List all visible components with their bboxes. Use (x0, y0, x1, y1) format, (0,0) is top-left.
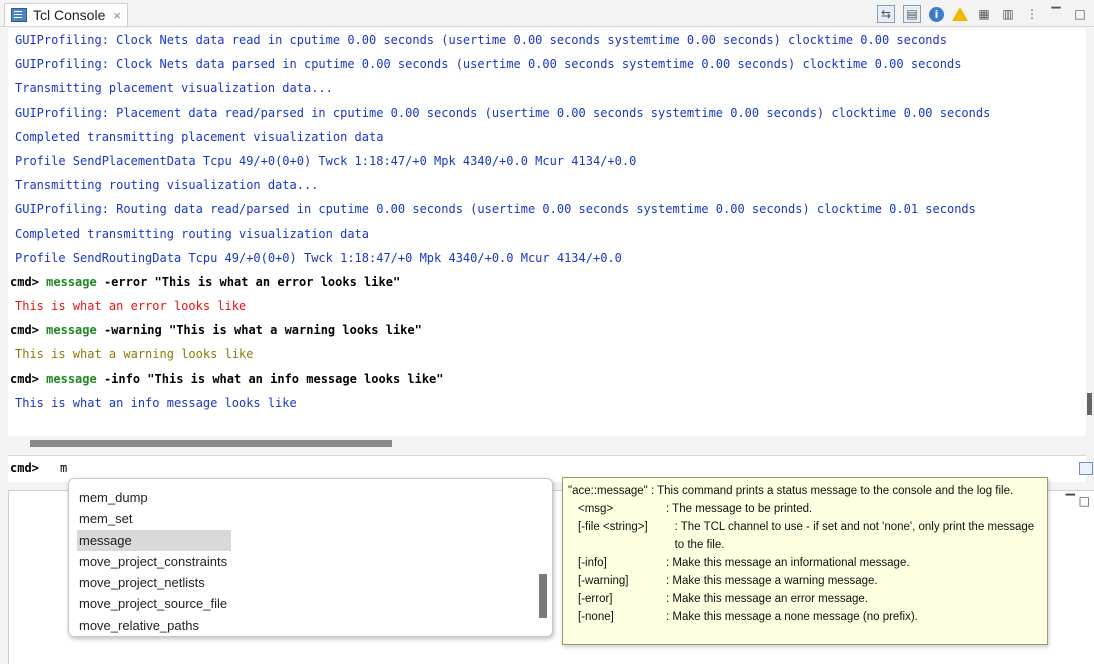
autocomplete-item[interactable]: mem_set (77, 508, 231, 529)
command-help-tooltip: "ace::message" : This command prints a s… (562, 477, 1048, 645)
param-desc: : The TCL channel to use - if set and no… (674, 521, 1035, 551)
console-line: GUIProfiling: Clock Nets data parsed in … (15, 57, 962, 72)
tab-tcl-console[interactable]: Tcl Console × (4, 3, 128, 26)
view-tab-bar: Tcl Console × ⇆ ▤ i ▦ ▥ ⋮ ▔ □ (0, 0, 1094, 27)
edit-icon[interactable] (1079, 462, 1093, 475)
console-line: Completed transmitting routing visualiza… (15, 226, 370, 241)
cmd-prompt: cmd> (10, 323, 39, 338)
cmd-args: -warning "This is what a warning looks l… (103, 323, 422, 338)
autocomplete-popup: mem_dump mem_set message move_project_co… (68, 478, 553, 637)
tooltip-param: [-warning] : Make this message a warning … (568, 572, 1043, 590)
param-name: [-none] (578, 611, 614, 623)
tooltip-param: [-file <string>] : The TCL channel to use… (568, 518, 1043, 554)
tooltip-header: "ace::message" : This command prints a s… (568, 485, 1014, 497)
cmd-args: -info "This is what an info message look… (103, 371, 444, 386)
autocomplete-item[interactable]: move_project_source_file (77, 593, 231, 614)
cmd-prompt: cmd> (10, 274, 39, 289)
minimize-icon[interactable]: ▔ (1048, 6, 1064, 22)
horizontal-scrollbar[interactable] (8, 436, 1086, 450)
command-line: cmd> message -info "This is what an info… (8, 367, 1086, 391)
autocomplete-item[interactable]: move_project_constraints (77, 551, 231, 572)
input-prompt: cmd> (10, 461, 39, 475)
tooltip-param: [-none] : Make this message a none messag… (568, 608, 1043, 626)
info-filter-icon[interactable]: i (929, 6, 944, 22)
open-console-icon[interactable]: ▤ (903, 5, 921, 23)
tab-title: Tcl Console (33, 7, 106, 23)
tooltip-param: <msg> : The message to be printed. (568, 500, 1043, 518)
console-line: Profile SendPlacementData Tcpu 49/+0(0+0… (15, 153, 637, 168)
clear-console-icon[interactable]: ▦ (976, 6, 992, 22)
tooltip-param: [-info] : Make this message an informatio… (568, 554, 1043, 572)
console-line: Completed transmitting placement visuali… (15, 129, 384, 144)
param-name: <msg> (578, 503, 614, 515)
autocomplete-item-selected[interactable]: message (77, 529, 231, 551)
console-line: GUIProfiling: Routing data read/parsed i… (15, 202, 976, 217)
autocomplete-item[interactable]: mem_dump (77, 487, 231, 508)
console-line: Profile SendRoutingData Tcpu 49/+0(0+0) … (15, 250, 622, 265)
console-icon (11, 8, 27, 22)
cmd-keyword: message (46, 371, 97, 386)
cmd-keyword: message (46, 323, 97, 338)
console-line: Transmitting placement visualization dat… (15, 81, 333, 96)
close-icon[interactable]: × (113, 8, 121, 23)
console-line: Transmitting routing visualization data.… (15, 178, 319, 193)
command-input[interactable] (60, 459, 960, 477)
autocomplete-scrollbar[interactable] (539, 574, 547, 618)
more-icon[interactable]: ⋮ (1024, 6, 1040, 22)
console-line: GUIProfiling: Clock Nets data read in cp… (15, 33, 947, 47)
vertical-scrollbar[interactable] (1087, 393, 1092, 415)
param-name: [-error] (578, 593, 613, 605)
param-name: [-file <string>] (578, 521, 648, 533)
autocomplete-item[interactable]: move_project_netlists (77, 572, 231, 593)
cmd-args: -error "This is what an error looks like… (103, 274, 401, 289)
error-message: This is what an error looks like (15, 299, 247, 314)
cmd-keyword: message (46, 274, 97, 289)
lower-pane-minmax-icon[interactable]: ▔ □ (1066, 494, 1090, 508)
param-name: [-warning] (578, 575, 629, 587)
param-desc: : Make this message a none message (no p… (666, 611, 918, 623)
console-toolbar: ⇆ ▤ i ▦ ▥ ⋮ ▔ □ (877, 4, 1088, 24)
info-message: This is what an info message looks like (15, 395, 297, 410)
warning-filter-icon[interactable] (952, 7, 968, 21)
console-line: GUIProfiling: Placement data read/parsed… (15, 105, 991, 120)
horizontal-scroll-thumb[interactable] (30, 440, 392, 447)
command-line: cmd> message -error "This is what an err… (8, 270, 1086, 294)
command-line: cmd> message -warning "This is what a wa… (8, 318, 1086, 342)
param-desc: : Make this message an error message. (666, 593, 868, 605)
maximize-icon[interactable]: □ (1072, 6, 1088, 22)
console-output[interactable]: GUIProfiling: Clock Nets data read in cp… (8, 28, 1086, 436)
pin-console-icon[interactable]: ⇆ (877, 5, 895, 23)
cmd-prompt: cmd> (10, 371, 39, 386)
param-desc: : The message to be printed. (666, 503, 813, 515)
autocomplete-item[interactable]: move_relative_paths (77, 615, 231, 636)
view-menu-icon[interactable]: ▥ (1000, 6, 1016, 22)
param-name: [-info] (578, 557, 607, 569)
warning-message: This is what a warning looks like (15, 347, 254, 362)
param-desc: : Make this message a warning message. (666, 575, 878, 587)
param-desc: : Make this message an informational mes… (666, 557, 910, 569)
tooltip-param: [-error] : Make this message an error mes… (568, 590, 1043, 608)
